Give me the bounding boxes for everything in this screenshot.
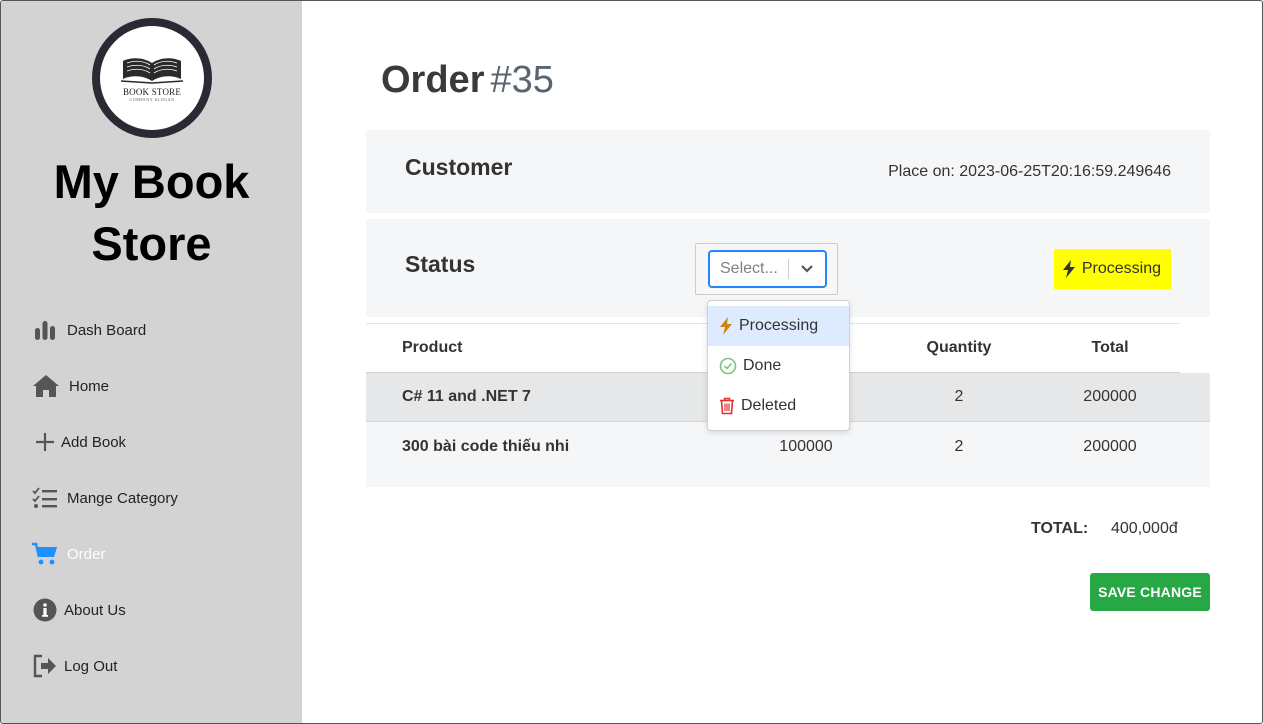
option-done[interactable]: Done (708, 346, 849, 386)
status-select-container: Select... (695, 243, 838, 295)
cart-icon (31, 540, 59, 568)
chevron-down-icon[interactable] (789, 252, 825, 286)
brand-line-2: Store (91, 217, 212, 270)
logo-subtext: COMPANY SLOGAN (129, 96, 175, 102)
status-badge: Processing (1053, 249, 1171, 289)
option-deleted[interactable]: Deleted (708, 386, 849, 426)
sidebar-item-label: Add Book (61, 433, 127, 451)
sidebar-item-label: Dash Board (67, 321, 147, 339)
header-quantity: Quantity (926, 339, 992, 356)
product-quantity: 2 (954, 437, 964, 455)
product-total: 200000 (1083, 388, 1137, 405)
info-icon (31, 596, 59, 624)
option-processing[interactable]: Processing (708, 306, 849, 346)
status-dropdown-menu: Processing Done Deleted (707, 300, 850, 431)
product-name: C# 11 and .NET 7 (402, 388, 531, 405)
product-quantity: 2 (954, 388, 964, 405)
header-product: Product (402, 339, 463, 356)
select-placeholder: Select... (720, 260, 778, 277)
sidebar-item-label: About Us (64, 601, 126, 619)
sidebar-item-label: Home (69, 377, 110, 395)
sidebar-item-add-book[interactable]: Add Book (31, 428, 126, 456)
option-label: Deleted (741, 397, 797, 414)
sidebar-item-label: Log Out (64, 657, 118, 675)
sidebar-item-label: Order (67, 545, 106, 563)
sidebar-item-label: Mange Category (67, 489, 178, 507)
sidebar: BOOK STORE COMPANY SLOGAN My Book Store … (1, 1, 302, 723)
placed-on-date: Place on: 2023-06-25T20:16:59.249646 (888, 163, 1171, 180)
status-label: Status (405, 251, 476, 277)
page-title-text: Order (381, 59, 485, 101)
product-total: 200000 (1083, 437, 1137, 455)
sidebar-item-home[interactable]: Home (31, 372, 109, 400)
status-badge-text: Processing (1081, 260, 1161, 277)
total-label: TOTAL: (1031, 520, 1089, 537)
sidebar-item-dashboard[interactable]: Dash Board (31, 316, 146, 344)
save-change-button[interactable]: SAVE CHANGE (1090, 573, 1210, 611)
brand-title: My Book Store (1, 151, 302, 275)
table-footer-spacer (366, 471, 1210, 487)
bolt-icon (720, 317, 732, 335)
status-select[interactable]: Select... (708, 250, 827, 288)
page-title: Order #35 (381, 59, 554, 102)
home-icon (31, 372, 61, 400)
app-window: BOOK STORE COMPANY SLOGAN My Book Store … (0, 0, 1263, 724)
sidebar-item-about[interactable]: About Us (31, 596, 126, 624)
checklist-icon (31, 484, 59, 512)
check-circle-icon (719, 357, 737, 375)
total-value: 400,000đ (1111, 520, 1178, 537)
customer-panel: Customer Place on: 2023-06-25T20:16:59.2… (366, 130, 1210, 213)
sidebar-item-logout[interactable]: Log Out (31, 652, 117, 680)
bar-chart-icon (31, 316, 59, 344)
trash-icon (720, 397, 734, 415)
brand-line-1: My Book (53, 155, 250, 208)
sidebar-item-category[interactable]: Mange Category (31, 484, 178, 512)
bolt-icon (1062, 260, 1075, 278)
logo-text: BOOK STORE (122, 86, 182, 97)
order-number: #35 (490, 59, 554, 101)
option-label: Processing (739, 317, 819, 334)
customer-label: Customer (405, 154, 513, 180)
option-label: Done (743, 357, 782, 374)
product-name: 300 bài code thiếu nhi (402, 437, 570, 455)
logout-icon (31, 652, 59, 680)
open-book-icon (120, 57, 184, 84)
plus-icon (31, 428, 59, 456)
sidebar-item-order[interactable]: Order (31, 540, 105, 568)
store-logo: BOOK STORE COMPANY SLOGAN (92, 18, 212, 138)
header-total: Total (1091, 339, 1129, 356)
